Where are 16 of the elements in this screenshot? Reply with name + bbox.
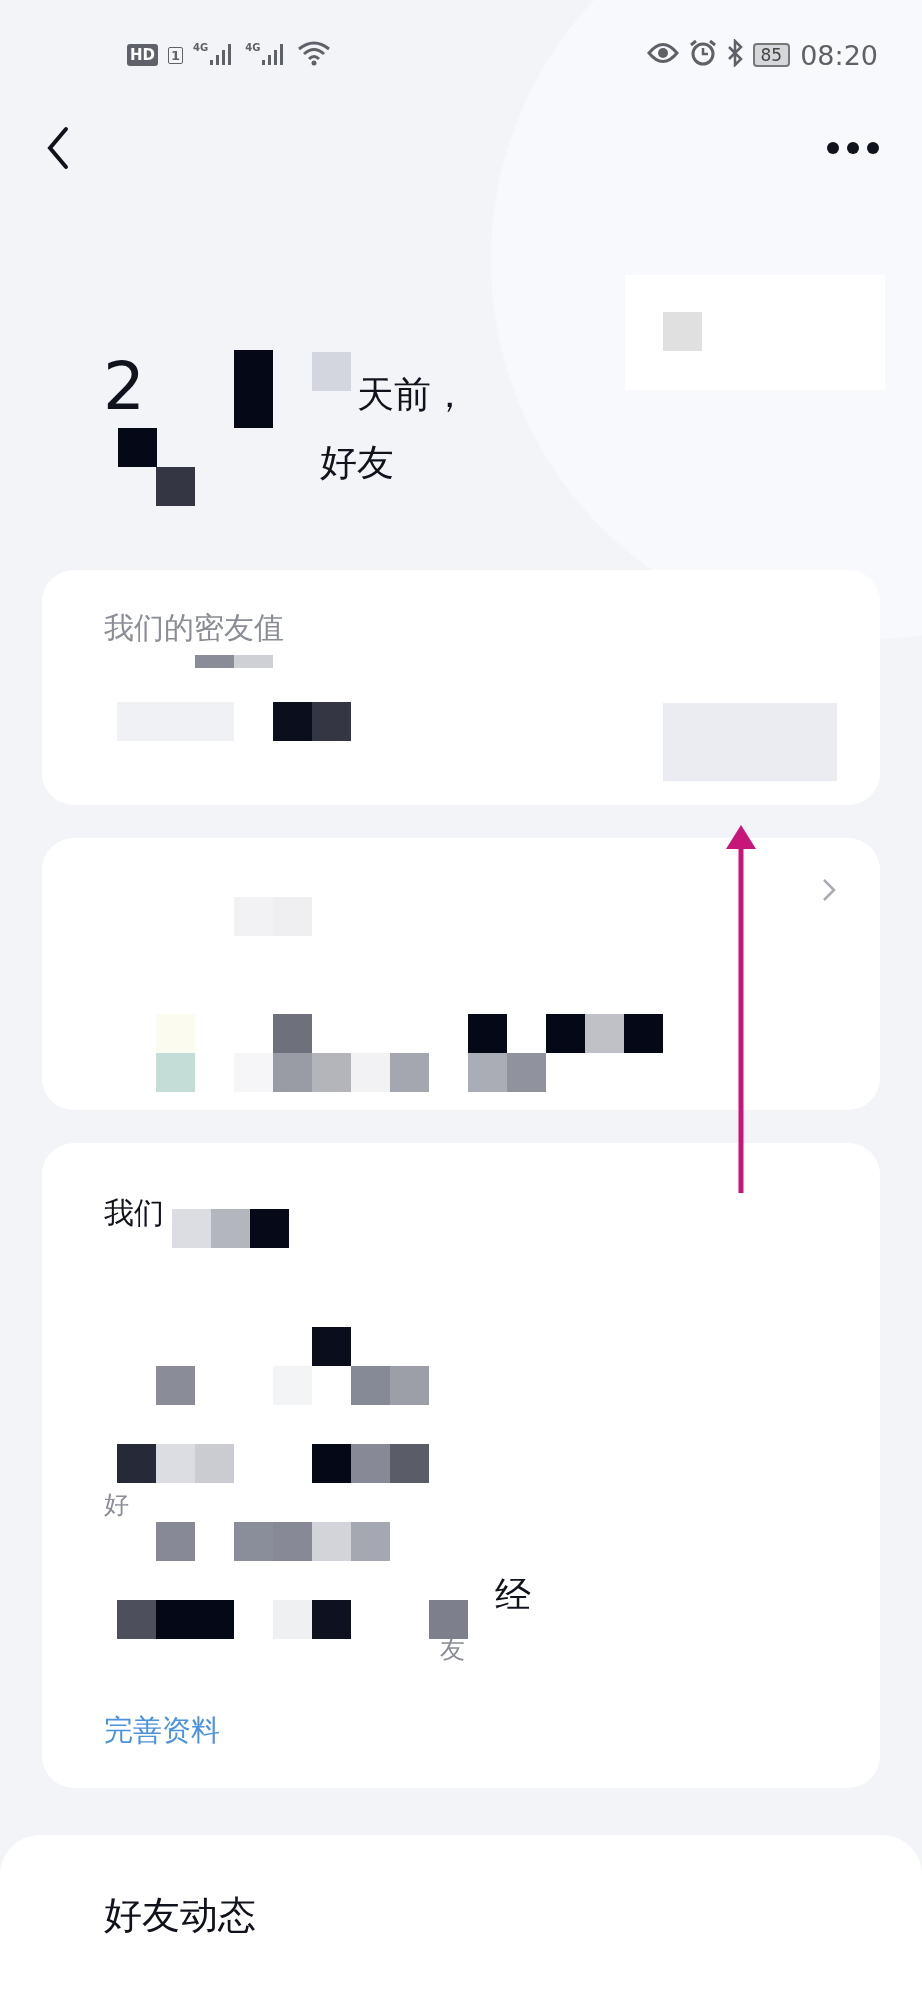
- text-fragment: 友: [440, 1634, 465, 1666]
- battery-indicator: 85: [752, 43, 791, 67]
- network-label: 4G: [193, 42, 209, 53]
- text-fragment: 好: [104, 1489, 129, 1521]
- complete-profile-link[interactable]: 完善资料: [104, 1711, 220, 1751]
- network-label: 4G: [245, 42, 261, 53]
- text-fragment: 经: [495, 1573, 531, 1617]
- hd-badge: HD: [127, 44, 158, 66]
- headline-text: 天前，: [357, 372, 468, 418]
- section-title: 好友动态: [103, 1892, 257, 1939]
- sim-badge: 1: [168, 46, 184, 64]
- clock-time: 08:20: [800, 39, 878, 71]
- card-title: 我们的密友值: [104, 609, 285, 647]
- headline-text: 好友: [320, 441, 394, 484]
- card-title: 我们: [104, 1194, 165, 1232]
- headline-text: 2: [103, 354, 145, 420]
